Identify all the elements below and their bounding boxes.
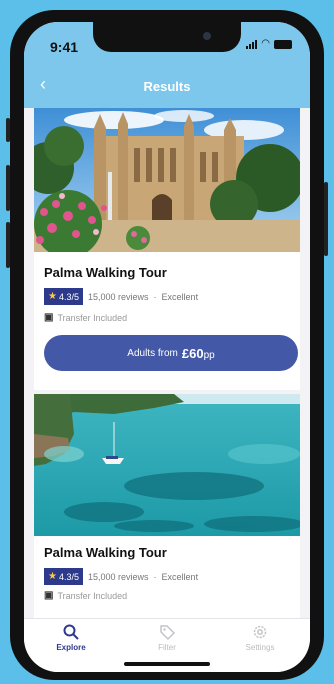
power-button	[324, 182, 328, 256]
notch	[93, 22, 241, 52]
transfer-info: ▣ Transfer Included	[44, 590, 127, 601]
book-button[interactable]: Adults from £60pp	[44, 335, 298, 371]
separator: ·	[153, 571, 157, 582]
tab-explore[interactable]: Explore	[36, 623, 106, 652]
screen: 9:41 ◠ ‹ Results Palma Walking Tour ★ 4.…	[24, 22, 310, 672]
cta-price: £60	[181, 345, 204, 361]
bus-icon: ▣	[44, 312, 54, 323]
tab-label: Explore	[56, 643, 86, 652]
cta-prefix: Adults from	[127, 347, 178, 359]
rating-row: ★ 4.3/5 15,000 reviews · Excellent	[44, 568, 198, 585]
separator: ·	[153, 291, 157, 302]
star-icon: ★	[48, 291, 57, 302]
battery-icon	[274, 40, 292, 49]
tab-filter[interactable]: Filter	[132, 623, 202, 652]
nav-bar: ‹ Results	[24, 66, 310, 108]
status-bar: 9:41 ◠	[24, 22, 310, 66]
rating-label: Excellent	[161, 291, 199, 302]
page-title: Results	[143, 79, 191, 94]
tag-icon	[160, 625, 176, 641]
results-list[interactable]: Palma Walking Tour ★ 4.3/5 15,000 review…	[24, 108, 310, 618]
rating-badge: ★ 4.3/5	[44, 288, 83, 305]
transfer-label: Transfer Included	[57, 590, 128, 601]
volume-down-button	[6, 222, 10, 268]
system-icons: ◠	[246, 39, 292, 49]
search-icon	[63, 624, 79, 640]
camera-icon	[203, 32, 211, 40]
tab-settings[interactable]: Settings	[225, 623, 295, 652]
cta-suffix: pp	[203, 349, 215, 361]
wifi-icon: ◠	[261, 38, 270, 49]
review-count: 15,000 reviews	[88, 571, 149, 582]
rating-score: 4.3/5	[58, 571, 79, 582]
tour-photo-cathedral[interactable]	[34, 108, 300, 252]
status-time: 9:41	[50, 39, 79, 55]
volume-up-button	[6, 165, 10, 211]
rating-badge: ★ 4.3/5	[44, 568, 83, 585]
tab-label: Settings	[245, 643, 275, 652]
tour-title[interactable]: Palma Walking Tour	[44, 265, 167, 280]
rating-label: Excellent	[161, 571, 199, 582]
home-indicator[interactable]	[124, 662, 210, 666]
transfer-info: ▣ Transfer Included	[44, 312, 127, 323]
gear-icon	[253, 625, 267, 639]
tour-photo-bay[interactable]	[34, 394, 300, 536]
result-card[interactable]: Palma Walking Tour ★ 4.3/5 15,000 review…	[34, 394, 300, 618]
star-icon: ★	[48, 571, 57, 582]
tour-title[interactable]: Palma Walking Tour	[44, 545, 167, 560]
review-count: 15,000 reviews	[88, 291, 149, 302]
result-card[interactable]: Palma Walking Tour ★ 4.3/5 15,000 review…	[34, 108, 300, 390]
rating-row: ★ 4.3/5 15,000 reviews · Excellent	[44, 288, 198, 305]
tab-label: Filter	[158, 643, 176, 652]
rating-score: 4.3/5	[58, 291, 79, 302]
bus-icon: ▣	[44, 590, 54, 601]
mute-switch	[6, 118, 10, 142]
signal-icon	[246, 40, 258, 49]
transfer-label: Transfer Included	[57, 312, 128, 323]
